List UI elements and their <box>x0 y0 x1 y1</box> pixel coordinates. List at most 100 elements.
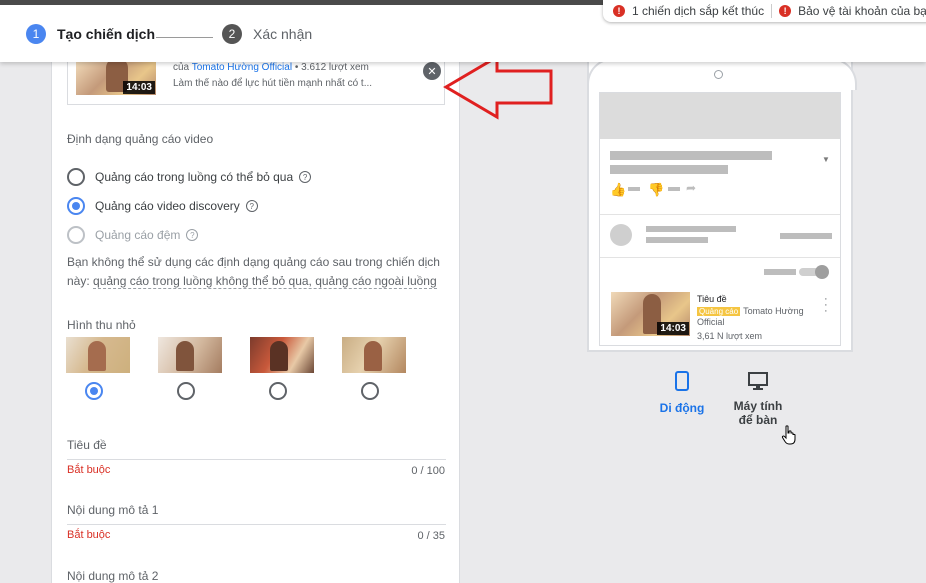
placeholder-bar <box>610 165 728 174</box>
thumbnail-figure <box>88 341 106 371</box>
description2-field-label: Nội dung mô tả 2 <box>67 569 159 583</box>
thumbnail-radio-3[interactable] <box>269 382 287 400</box>
ad-format-label: Định dạng quảng cáo video <box>67 132 214 146</box>
step-create-campaign[interactable]: 1 Tạo chiến dịch <box>26 24 155 44</box>
divider <box>600 214 840 215</box>
mobile-preview-frame: ▼ 👍 👎 ➦ 14:03 Tiêu đề Quảng cáo Tomato Hư… <box>587 58 857 352</box>
title-required: Bắt buộc <box>67 464 111 476</box>
thumbnail-radio-1[interactable] <box>85 382 103 400</box>
preview-duration: 14:03 <box>657 322 689 335</box>
title-field-label: Tiêu đề <box>67 438 107 452</box>
help-icon[interactable]: ? <box>186 229 199 241</box>
device-mobile-button[interactable]: Di động <box>658 371 706 417</box>
mobile-icon <box>675 371 689 391</box>
radio-bumper: Quảng cáo đệm ? <box>67 226 199 244</box>
video-description: Làm thế nào để lực hút tiền mạnh nhất có… <box>173 78 373 89</box>
preview-ad-thumbnail: 14:03 <box>611 292 690 336</box>
phone-camera <box>714 70 723 79</box>
step-label: Xác nhận <box>253 26 313 42</box>
radio-button[interactable] <box>67 197 85 215</box>
restricted-formats-link[interactable]: quảng cáo trong luồng không thể bỏ qua, … <box>93 274 437 289</box>
notice-prefix: này: <box>67 274 90 288</box>
meta-prefix: của <box>173 62 190 73</box>
device-label: Di động <box>659 401 705 415</box>
title-input[interactable] <box>67 459 446 460</box>
placeholder-bar <box>646 237 708 243</box>
preview-screen: ▼ 👍 👎 ➦ 14:03 Tiêu đề Quảng cáo Tomato Hư… <box>599 92 841 346</box>
channel-link[interactable]: Tomato Hường Official <box>192 62 292 73</box>
thumbnail-figure <box>270 341 288 371</box>
desktop-icon <box>748 372 768 390</box>
thumbnail-radio-4[interactable] <box>361 382 379 400</box>
notification-text: Bảo vệ tài khoản của bạn k <box>798 4 926 18</box>
placeholder-bar <box>628 187 640 191</box>
placeholder-bar <box>668 187 680 191</box>
placeholder-bar <box>780 233 832 239</box>
step-label: Tạo chiến dịch <box>57 26 156 42</box>
dislike-icon: 👎 <box>648 182 665 197</box>
format-restriction-notice: Bạn không thể sử dụng các định dạng quản… <box>67 253 442 291</box>
thumbnail-option[interactable] <box>342 337 406 373</box>
radio-label: Quảng cáo đệm <box>95 228 181 242</box>
thumbnail-figure <box>176 341 194 371</box>
step-confirm[interactable]: 2 Xác nhận <box>222 24 312 44</box>
preview-title: Tiêu đề <box>697 294 727 304</box>
close-icon[interactable]: ✕ <box>423 62 441 80</box>
notification-campaign-ending[interactable]: ! 1 chiến dịch sắp kết thúc <box>613 4 764 18</box>
alert-icon: ! <box>613 5 625 17</box>
like-icon: 👍 <box>610 182 627 197</box>
chevron-down-icon: ▼ <box>822 155 830 164</box>
placeholder-bar <box>646 226 736 232</box>
more-options-icon: · · · <box>824 293 828 317</box>
step-number: 2 <box>222 24 242 44</box>
video-duration: 14:03 <box>123 81 155 94</box>
radio-label: Quảng cáo trong luồng có thể bỏ qua <box>95 170 294 184</box>
ad-badge: Quảng cáo <box>697 307 741 316</box>
notification-bar: ! 1 chiến dịch sắp kết thúc ! Bảo vệ tài… <box>603 0 926 22</box>
hand-cursor-icon <box>781 425 796 445</box>
description1-counter: 0 / 35 <box>417 530 445 542</box>
thumbnail-option[interactable] <box>158 337 222 373</box>
preview-views: 3,61 N lượt xem <box>697 331 762 341</box>
video-meta: của Tomato Hường Official • 3.612 lượt x… <box>173 62 369 73</box>
radio-button <box>67 226 85 244</box>
device-label-line: để bàn <box>738 413 778 427</box>
preview-ad-info: Quảng cáo Tomato Hường Official <box>697 306 817 328</box>
thumbnail-option[interactable] <box>66 337 130 373</box>
device-label-line: Máy tính <box>733 399 783 413</box>
device-desktop-button[interactable]: Máy tính để bàn <box>727 371 789 427</box>
selected-video-card: 14:03 của Tomato Hường Official • 3.612 … <box>67 62 445 105</box>
preview-video-placeholder <box>600 93 840 139</box>
share-icon: ➦ <box>686 181 697 195</box>
radio-button[interactable] <box>67 168 85 186</box>
thumbnail-label: Hình thu nhỏ <box>67 318 136 332</box>
video-thumbnail: 14:03 <box>76 62 156 95</box>
ad-form-panel: 14:03 của Tomato Hường Official • 3.612 … <box>51 62 460 583</box>
avatar <box>610 224 632 246</box>
radio-skippable-in-stream[interactable]: Quảng cáo trong luồng có thể bỏ qua ? <box>67 168 312 186</box>
radio-label: Quảng cáo video discovery <box>95 199 240 213</box>
step-number: 1 <box>26 24 46 44</box>
annotation-arrow-icon <box>443 54 553 120</box>
thumbnail-option[interactable] <box>250 337 314 373</box>
radio-video-discovery[interactable]: Quảng cáo video discovery ? <box>67 197 258 215</box>
description1-required: Bắt buộc <box>67 529 111 541</box>
video-views: • 3.612 lượt xem <box>294 62 369 73</box>
description1-input[interactable] <box>67 524 446 525</box>
notice-line: này: quảng cáo trong luồng không thể bỏ … <box>67 272 442 291</box>
placeholder-bar <box>610 151 772 160</box>
description1-field-label: Nội dung mô tả 1 <box>67 503 159 517</box>
thumbnail-radio-2[interactable] <box>177 382 195 400</box>
autoplay-toggle <box>799 265 829 279</box>
help-icon[interactable]: ? <box>299 171 312 183</box>
notification-protect-account[interactable]: ! Bảo vệ tài khoản của bạn k <box>779 4 926 18</box>
divider <box>771 4 773 18</box>
notification-text: 1 chiến dịch sắp kết thúc <box>632 4 765 18</box>
thumbnail-figure <box>364 341 382 371</box>
notice-line: Bạn không thể sử dụng các định dạng quản… <box>67 255 440 269</box>
alert-icon: ! <box>779 5 792 17</box>
help-icon[interactable]: ? <box>245 200 258 212</box>
divider <box>600 257 840 258</box>
step-connector <box>156 37 213 38</box>
title-counter: 0 / 100 <box>411 465 445 477</box>
